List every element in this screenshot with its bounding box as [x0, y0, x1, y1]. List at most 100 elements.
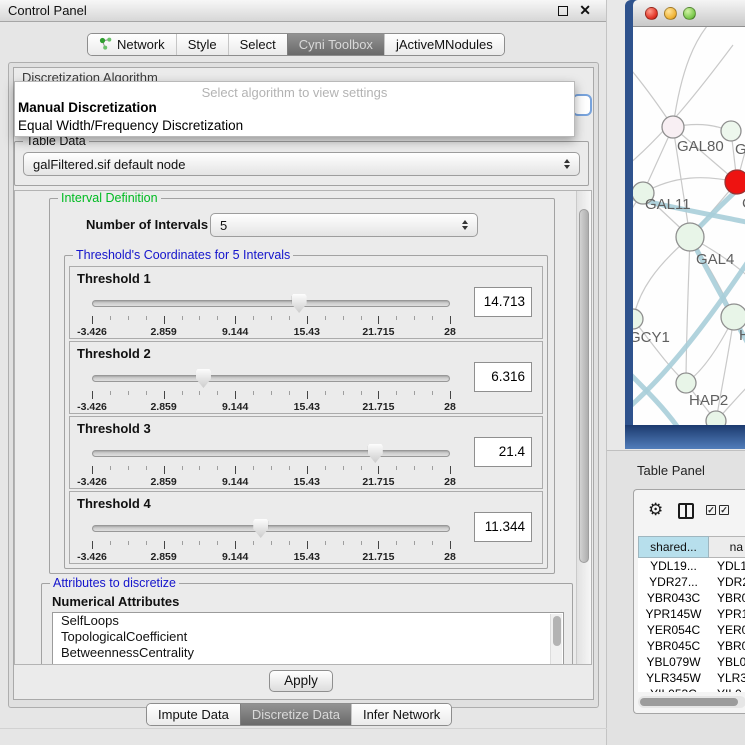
table-row[interactable]: YDR27...YDR2: [638, 574, 745, 590]
threshold-value-input[interactable]: 6.316: [474, 362, 532, 392]
tick-mark: [378, 316, 379, 324]
slider-thumb[interactable]: [368, 444, 383, 463]
tick-mark: [146, 466, 147, 470]
table-row[interactable]: YBR043CYBR0: [638, 590, 745, 606]
node-label: HAP2: [689, 392, 728, 409]
network-edge[interactable]: [643, 178, 737, 193]
checkbox-icon[interactable]: ✓: [719, 505, 729, 515]
apply-button[interactable]: Apply: [269, 670, 333, 692]
number-of-intervals-combobox[interactable]: 5: [210, 213, 478, 237]
network-window-titlebar[interactable]: [633, 0, 745, 27]
list-item-selfloops[interactable]: SelfLoops: [53, 613, 563, 629]
dock-divider: [0, 728, 607, 729]
slider-ticks: [92, 541, 450, 550]
tab-label: Infer Network: [363, 707, 440, 722]
tab-select[interactable]: Select: [228, 34, 287, 55]
tab-impute-data[interactable]: Impute Data: [147, 704, 240, 725]
network-node-gcy1[interactable]: [633, 309, 643, 329]
threshold-value-input[interactable]: 21.4: [474, 437, 532, 467]
table-row[interactable]: YDL19...YDL1: [638, 558, 745, 574]
attributes-scrollbar[interactable]: [550, 614, 562, 665]
numerical-attributes-list[interactable]: SelfLoopsTopologicalCoefficientBetweenne…: [52, 612, 564, 665]
tab-jactivemnodules[interactable]: jActiveMNodules: [384, 34, 504, 55]
threshold-slider[interactable]: -3.4262.8599.14415.4321.71528: [92, 441, 450, 487]
table-data-combobox[interactable]: galFiltered.sif default node: [23, 152, 580, 176]
slider-track[interactable]: [92, 450, 450, 457]
tick-mark: [271, 541, 272, 545]
slider-track[interactable]: [92, 375, 450, 382]
tick-mark: [414, 466, 415, 470]
algorithm-option-manual-discretization[interactable]: Manual Discretization: [15, 99, 574, 117]
network-node[interactable]: [706, 411, 726, 425]
slider-thumb[interactable]: [292, 294, 307, 313]
tab-cyni-toolbox[interactable]: Cyni Toolbox: [287, 34, 384, 55]
close-traffic-light-icon[interactable]: [645, 7, 658, 20]
tab-network[interactable]: Network: [88, 34, 176, 55]
attributes-scrollbar-thumb[interactable]: [553, 616, 561, 646]
minimize-traffic-light-icon[interactable]: [664, 7, 677, 20]
table-row[interactable]: YBR045CYBR0: [638, 638, 745, 654]
threshold-slider[interactable]: -3.4262.8599.14415.4321.71528: [92, 291, 450, 337]
attribute-items: SelfLoopsTopologicalCoefficientBetweenne…: [53, 613, 563, 661]
threshold-slider[interactable]: -3.4262.8599.14415.4321.71528: [92, 366, 450, 412]
list-item-betweennesscentrality[interactable]: BetweennessCentrality: [53, 645, 563, 661]
algorithm-combobox[interactable]: [572, 94, 592, 116]
tab-infer-network[interactable]: Infer Network: [351, 704, 451, 725]
split-columns-icon[interactable]: [678, 503, 694, 519]
node-table[interactable]: shared...na YDL19...YDL1YDR27...YDR2YBR0…: [638, 536, 745, 692]
tab-style[interactable]: Style: [176, 34, 228, 55]
tick-mark: [361, 541, 362, 545]
slider-thumb[interactable]: [253, 519, 268, 538]
tick-mark: [325, 466, 326, 470]
network-edge[interactable]: [686, 237, 690, 383]
tick-mark: [217, 466, 218, 470]
table-row[interactable]: YIL053CYIL0: [638, 686, 745, 692]
tick-mark: [235, 541, 236, 549]
network-canvas[interactable]: GAL80G.CGAL11GAL4GCY1HHAP2: [633, 27, 745, 425]
network-node-g-[interactable]: [721, 121, 741, 141]
network-node-c[interactable]: [725, 170, 745, 194]
close-icon[interactable]: ✕: [579, 2, 591, 19]
list-item-topologicalcoefficient[interactable]: TopologicalCoefficient: [53, 629, 563, 645]
network-edge[interactable]: [633, 237, 690, 319]
node-label: H: [739, 327, 745, 344]
table-horizontal-scrollbar[interactable]: [638, 696, 745, 708]
table-row[interactable]: YLR345WYLR3: [638, 670, 745, 686]
panel-vertical-scrollbar[interactable]: [576, 191, 591, 664]
network-node-gal80[interactable]: [662, 116, 684, 138]
zoom-traffic-light-icon[interactable]: [683, 7, 696, 20]
slider-track[interactable]: [92, 525, 450, 532]
tab-label: Discretize Data: [252, 707, 340, 722]
tick-label: 9.144: [222, 551, 248, 563]
column-header-name[interactable]: na: [709, 536, 745, 558]
tick-label: 21.715: [362, 326, 394, 338]
numerical-attributes-label: Numerical Attributes: [52, 594, 179, 609]
tick-mark: [271, 316, 272, 320]
table-scrollbar-thumb[interactable]: [640, 698, 738, 706]
threshold-value-input[interactable]: 14.713: [474, 287, 532, 317]
slider-thumb[interactable]: [196, 369, 211, 388]
tick-mark: [361, 391, 362, 395]
cell-shared-name: YER054C: [638, 622, 709, 638]
slider-tick-labels: -3.4262.8599.14415.4321.71528: [92, 326, 450, 337]
tick-mark: [110, 541, 111, 545]
column-header-shared-name[interactable]: shared...: [638, 536, 709, 558]
network-node-gal4[interactable]: [676, 223, 704, 251]
gear-icon[interactable]: ⚙: [648, 500, 663, 520]
panel-scrollbar-thumb[interactable]: [579, 209, 589, 563]
table-row[interactable]: YPR145WYPR1: [638, 606, 745, 622]
table-row[interactable]: YBL079WYBL0: [638, 654, 745, 670]
threshold-value-input[interactable]: 11.344: [474, 512, 532, 542]
tab-discretize-data[interactable]: Discretize Data: [240, 704, 351, 725]
float-window-icon[interactable]: [558, 6, 568, 16]
threshold-slider[interactable]: -3.4262.8599.14415.4321.71528: [92, 516, 450, 562]
network-node-hap2[interactable]: [676, 373, 696, 393]
checkbox-icon[interactable]: ✓: [706, 505, 716, 515]
attributes-group: Attributes to discretize Numerical Attri…: [41, 583, 573, 665]
algorithm-option-equal-width-frequency-discretization[interactable]: Equal Width/Frequency Discretization: [15, 117, 574, 135]
tick-mark: [289, 541, 290, 545]
tick-mark: [414, 391, 415, 395]
slider-track[interactable]: [92, 300, 450, 307]
table-row[interactable]: YER054CYER0: [638, 622, 745, 638]
tick-label: -3.426: [77, 551, 107, 563]
